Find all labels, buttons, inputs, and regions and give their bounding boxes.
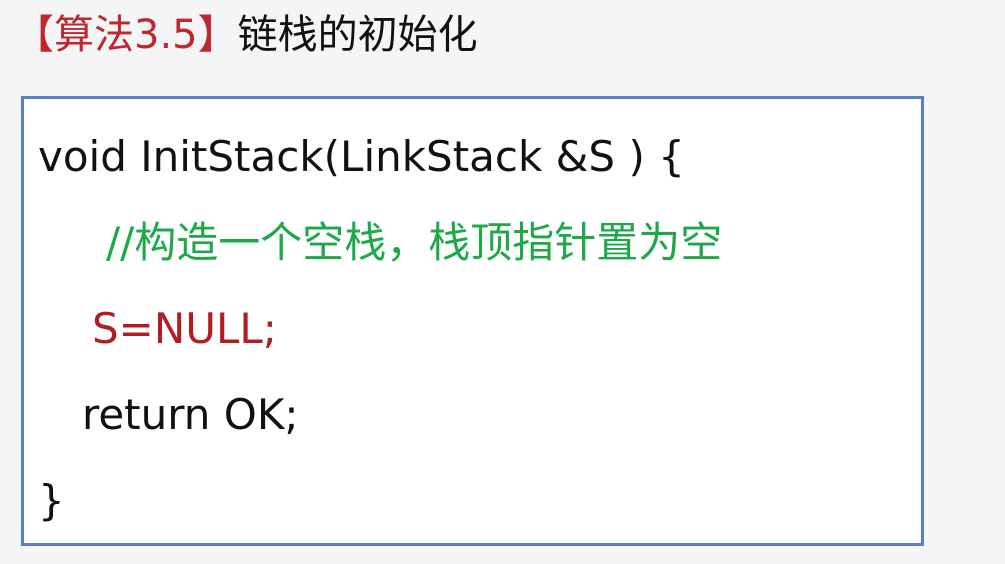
slide-title: 【算法3.5】链栈的初始化: [14, 0, 478, 70]
code-box: void InitStack(LinkStack &S ) { //构造一个空栈…: [21, 96, 924, 546]
algorithm-label: 【算法3.5】: [14, 12, 238, 58]
code-line-return: return OK;: [82, 390, 299, 439]
code-line-comment: //构造一个空栈，栈顶指针置为空: [106, 218, 723, 267]
code-line-closing-brace: }: [38, 476, 65, 525]
title-text: 链栈的初始化: [237, 12, 478, 58]
code-line-function-signature: void InitStack(LinkStack &S ) {: [38, 132, 685, 181]
code-line-assign-null: S=NULL;: [92, 304, 277, 353]
